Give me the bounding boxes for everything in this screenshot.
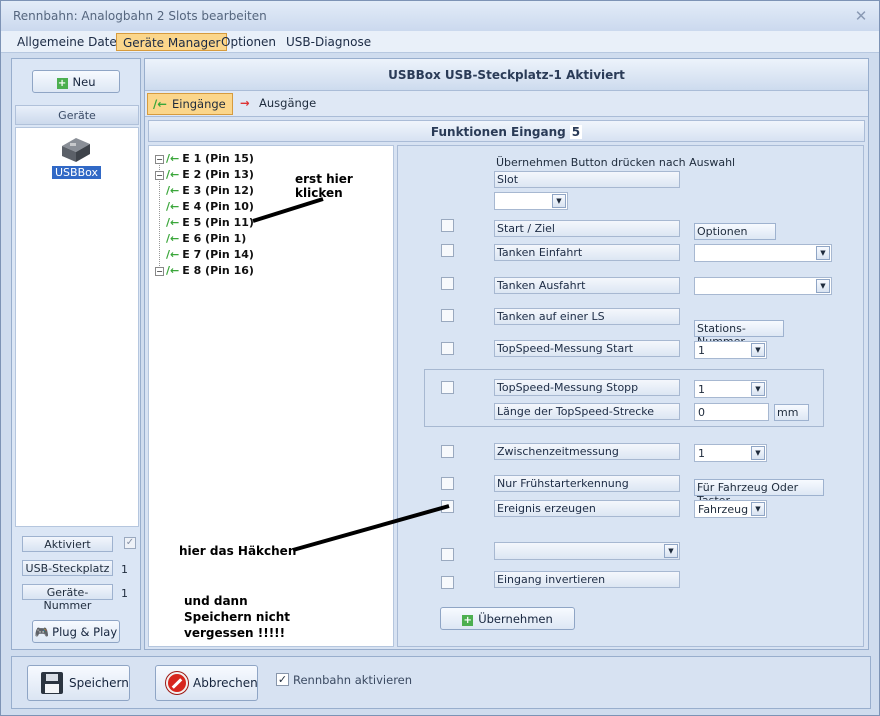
bottom-bar: Speichern Abbrechen ✓ Rennbahn aktiviere… — [11, 656, 871, 709]
floppy-disk-icon — [41, 672, 63, 694]
activate-label: Rennbahn aktivieren — [293, 673, 413, 687]
activate-checkbox[interactable]: ✓ — [276, 673, 289, 686]
app-window: Rennbahn: Analogbahn 2 Slots bearbeiten … — [0, 0, 880, 716]
cancel-icon — [166, 672, 188, 694]
annotation-line-checkmark — [292, 504, 450, 552]
save-button[interactable]: Speichern — [27, 665, 130, 701]
annotation-line-click — [252, 197, 324, 223]
annotation-lines — [252, 197, 450, 552]
cancel-button[interactable]: Abbrechen — [155, 665, 258, 701]
